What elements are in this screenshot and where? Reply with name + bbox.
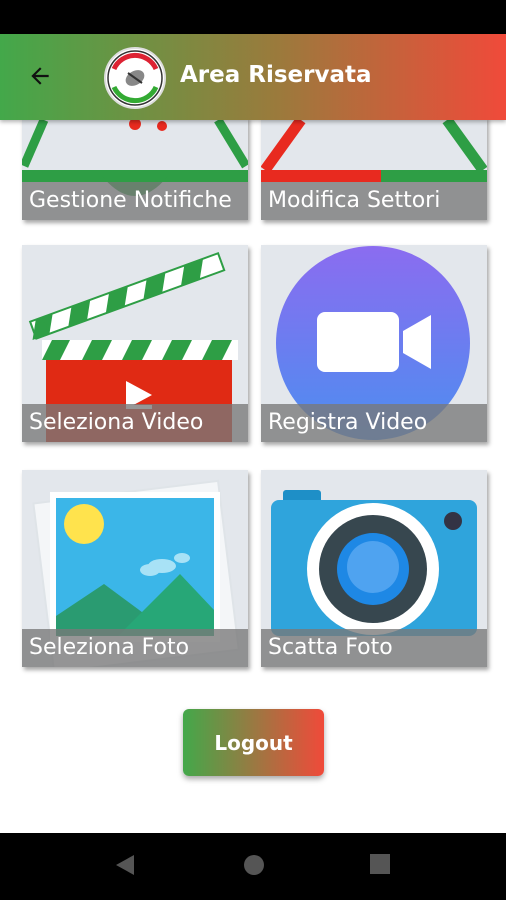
tile-modifica-settori[interactable]: Modifica Settori	[261, 120, 487, 220]
back-button[interactable]	[20, 56, 60, 96]
tile-gestione-notifiche[interactable]: Gestione Notifiche	[22, 120, 248, 220]
tile-label: Seleziona Video	[22, 404, 248, 442]
arrow-left-icon	[31, 67, 49, 85]
tile-label: Scatta Foto	[261, 629, 487, 667]
tile-seleziona-video[interactable]: Seleziona Video	[22, 245, 248, 442]
logout-button[interactable]: Logout	[183, 709, 324, 776]
club-logo	[104, 47, 166, 109]
nav-home-icon[interactable]	[242, 853, 266, 882]
tile-label: Registra Video	[261, 404, 487, 442]
tile-label: Seleziona Foto	[22, 629, 248, 667]
tile-seleziona-foto[interactable]: Seleziona Foto	[22, 470, 248, 667]
tile-label: Modifica Settori	[261, 182, 487, 220]
app-bar: Area Riservata	[0, 34, 506, 120]
nav-back-icon[interactable]	[114, 853, 136, 882]
navigation-bar	[0, 833, 506, 900]
tile-scatta-foto[interactable]: Scatta Foto	[261, 470, 487, 667]
tile-label: Gestione Notifiche	[22, 182, 248, 220]
tile-grid: Gestione Notifiche Modifica Settori Sele…	[0, 120, 506, 833]
page-title: Area Riservata	[180, 62, 372, 88]
nav-recents-icon[interactable]	[369, 853, 391, 880]
status-bar	[0, 0, 506, 34]
tile-registra-video[interactable]: Registra Video	[261, 245, 487, 442]
